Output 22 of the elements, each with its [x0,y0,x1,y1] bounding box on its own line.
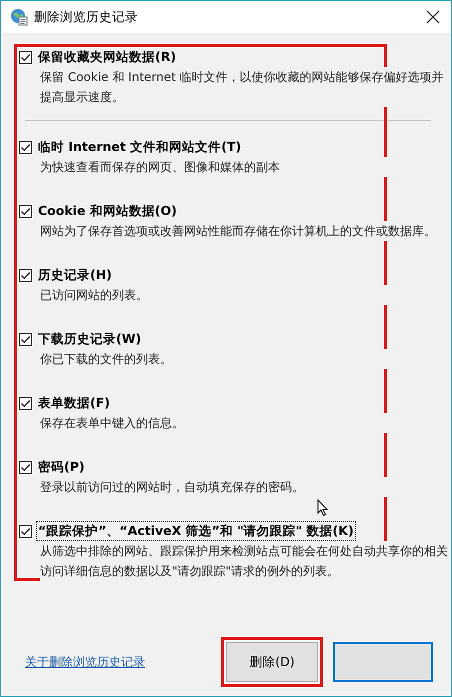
option-label[interactable]: 保留收藏夹网站数据(R) [36,47,178,67]
option-label[interactable]: 密码(P) [36,457,87,477]
option-label[interactable]: 表单数据(F) [36,393,112,413]
dialog-button[interactable] [333,642,433,682]
checkbox[interactable] [19,50,32,64]
globe-icon [10,8,28,26]
option-label[interactable]: 临时 Internet 文件和网站文件(T) [36,137,244,157]
option-label[interactable]: Cookie 和网站数据(O) [36,201,179,221]
checkbox[interactable] [19,140,32,154]
checkbox[interactable] [19,268,32,282]
option-description: 从筛选中排除的网站、跟踪保护用来检测站点可能会在何处自动共享你的相关访问详细信息的数据以及"请勿跟踪"请求的例外的列表。 [40,541,448,581]
window-title: 删除浏览历史记录 [34,8,139,26]
cursor-icon [317,499,329,517]
checkbox[interactable] [19,204,32,218]
help-link[interactable]: 关于删除浏览历史记录 [25,654,221,670]
checkbox[interactable] [19,460,32,474]
checkbox[interactable] [19,396,32,410]
option-label[interactable]: 下载历史记录(W) [36,329,144,349]
checkbox[interactable] [19,524,32,538]
delete-button[interactable]: 删除(D) [226,642,318,682]
checkbox[interactable] [19,332,32,346]
option-label[interactable]: 历史记录(H) [36,265,114,285]
